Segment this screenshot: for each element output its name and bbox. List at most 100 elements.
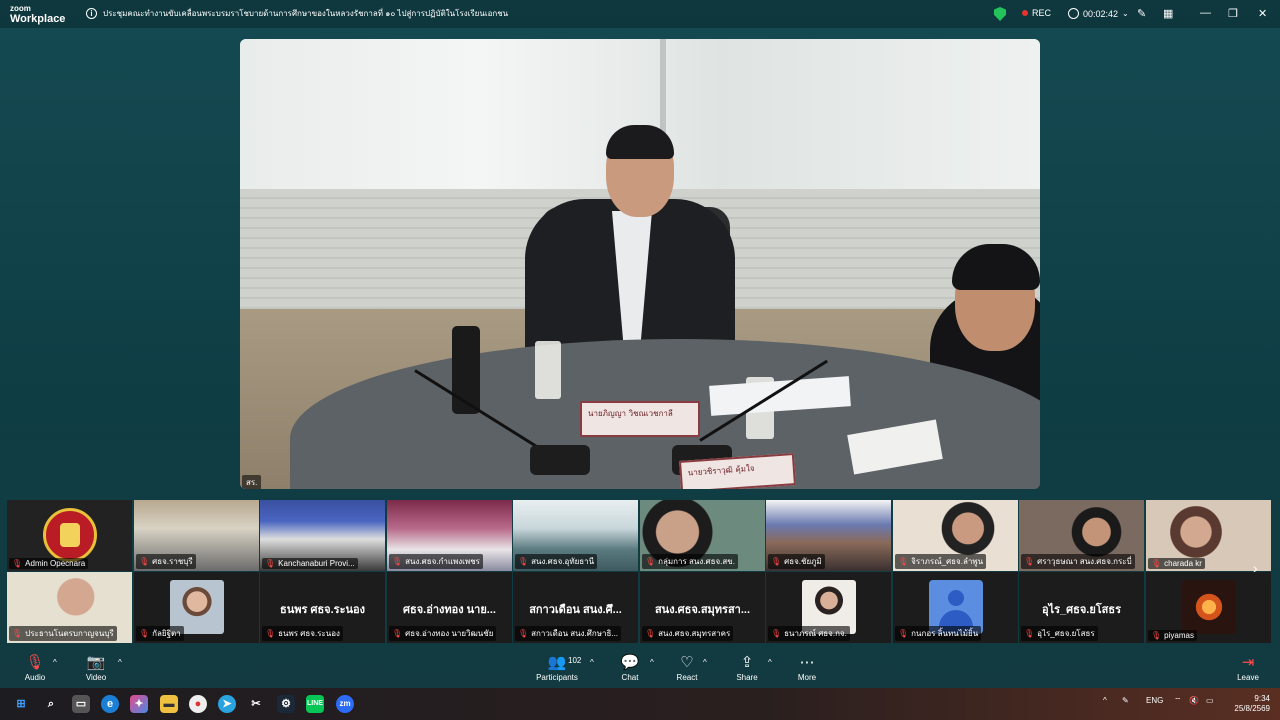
participant-name-label: 🎙 กลุ่มการ สนง.ศธจ.สข. (642, 554, 738, 569)
capcut-icon[interactable]: ✂ (247, 695, 265, 713)
participant-display-name: สนง.ศธจ.สมุทรสา... (654, 604, 751, 616)
participant-tile[interactable]: 🎙 กนกอร ลิ้นทนไม้ยิ้น (893, 572, 1018, 643)
active-speaker-video[interactable]: นายภิญญา วิชณเวชกาลี นายวชิราวุฒิ คุ้มใจ… (240, 39, 1040, 489)
microphone-muted-icon: 🎙 (12, 629, 23, 638)
chat-options-caret[interactable]: ^ (650, 658, 654, 667)
react-options-caret[interactable]: ^ (703, 658, 707, 667)
participant-name-label: 🎙 กนกอร ลิ้นทนไม้ยิ้น (895, 626, 982, 641)
participant-display-name: อุไร_ศธจ.ยโสธร (1041, 604, 1122, 616)
participant-name: กัลยิฐิตา (152, 629, 181, 638)
telegram-icon[interactable]: ➤ (218, 695, 236, 713)
audio-options-caret[interactable]: ^ (53, 658, 57, 667)
react-button[interactable]: ♡ React (657, 653, 717, 682)
battery-icon[interactable]: ▭ (1206, 696, 1214, 705)
avatar-head (948, 590, 964, 606)
participant-tile[interactable]: 🎙 piyamas (1146, 572, 1271, 643)
more-button[interactable]: ⋯ More (777, 653, 837, 682)
participant-tile[interactable]: อุไร_ศธจ.ยโสธร 🎙 อุไร_ศธจ.ยโสธร (1019, 572, 1144, 643)
edge-browser-icon[interactable]: e (101, 695, 119, 713)
microphone-muted-icon: 🎙 (139, 557, 150, 566)
participant-name-label: 🎙 ธนาภรณ์ ศธจ.กจ. (768, 626, 850, 641)
leave-button[interactable]: ⇥ Leave (1218, 653, 1278, 682)
file-explorer-icon[interactable]: ▬ (160, 695, 178, 713)
participant-name-label: 🎙 Admin Opecnara (9, 558, 89, 569)
participant-tile[interactable]: 🎙 ประธานโนตรบกาญจนบุรี (7, 572, 132, 643)
participant-name: สนง.ศธจ.สมุทรสาคร (658, 629, 731, 638)
participant-name-label: 🎙 สนง.ศธจ.อุทัยธานี (515, 554, 598, 569)
participant-name-label: 🎙 piyamas (1148, 630, 1197, 641)
shield-icon[interactable] (994, 7, 1006, 21)
line-app-icon[interactable]: LINE (306, 695, 324, 713)
share-options-caret[interactable]: ^ (768, 658, 772, 667)
steam-icon[interactable]: ⚙ (277, 695, 295, 713)
participant-tile[interactable]: ศธจ.อ่างทอง นาย... 🎙 ศธจ.อ่างทอง นายวิฒนช… (387, 572, 512, 643)
participant-tile[interactable]: 🎙 ธนาภรณ์ ศธจ.กจ. (766, 572, 891, 643)
participant-name: ศธจ.ชัยภูมิ (784, 557, 822, 566)
time: 9:34 (1254, 694, 1270, 703)
meeting-info[interactable]: i ประชุมคณะทำงานขับเคลื่อนพระบรมราโชบายด… (86, 7, 508, 20)
participant-name-label: 🎙 สนง.ศธจ.กำแพงเพชร (389, 554, 483, 569)
participant-name-label: 🎙 ศธจ.ชัยภูมิ (768, 554, 825, 569)
participant-tile[interactable]: 🎙 ศราวุธษณา สนง.ศธจ.กระบี่ (1019, 500, 1144, 571)
task-view-icon[interactable]: ▭ (72, 695, 90, 713)
audio-label: Audio (24, 673, 46, 682)
participant-name: สนง.ศธจ.อุทัยธานี (531, 557, 595, 566)
participant-tile[interactable]: 🎙 Admin Opecnara (7, 500, 132, 571)
pen-icon[interactable]: ✎ (1137, 7, 1146, 20)
participant-name-label: 🎙 ศธจ.ราชบุรี (136, 554, 196, 569)
restore-icon[interactable]: ❐ (1228, 7, 1238, 20)
microphone-muted-icon: 🎙 (645, 557, 656, 566)
participant-name-label: 🎙 ศธจ.อ่างทอง นายวิฒนชัย (389, 626, 497, 641)
wifi-icon[interactable]: ⌔ (1174, 696, 1182, 706)
microphone-base (530, 445, 590, 475)
zoom-app-icon[interactable]: zm (336, 695, 354, 713)
participant-tile[interactable]: 🎙 สนง.ศธจ.กำแพงเพชร (387, 500, 512, 571)
participant-tile[interactable]: 🎙 Kanchanaburi Provi... (260, 500, 385, 571)
search-icon[interactable]: ⌕ (42, 695, 60, 713)
rec-label: REC (1032, 8, 1052, 18)
grid-view-icon[interactable]: ▦ (1163, 7, 1173, 20)
participant-tile[interactable]: 🎙 ศธจ.ราชบุรี (134, 500, 259, 571)
windows-start-icon[interactable]: ⊞ (12, 695, 30, 713)
meeting-timer[interactable]: 00:02:42 ⌄ (1068, 8, 1129, 19)
pen-tray-icon[interactable]: ✎ (1122, 696, 1129, 705)
chevron-down-icon: ⌄ (1122, 9, 1129, 18)
minimize-icon[interactable]: — (1200, 7, 1211, 19)
chevron-up-icon[interactable]: ^ (1103, 696, 1107, 705)
chrome-icon[interactable]: ● (189, 695, 207, 713)
title-bar: zoom Workplace i ประชุมคณะทำงานขับเคลื่อ… (0, 0, 1280, 28)
participants-options-caret[interactable]: ^ (590, 658, 594, 667)
participant-name-label: 🎙 ประธานโนตรบกาญจนบุรี (9, 626, 117, 641)
participant-name: อุไร_ศธจ.ยโสธร (1037, 629, 1095, 638)
recording-indicator[interactable]: REC (1022, 8, 1051, 18)
participant-tile[interactable]: 🎙 จิราภรณ์_ศธจ.ลำพูน (893, 500, 1018, 571)
date: 25/8/2569 (1234, 704, 1270, 713)
info-icon[interactable]: i (86, 8, 97, 19)
participant-name: สนง.ศธจ.กำแพงเพชร (405, 557, 480, 566)
microphone-muted-icon: 🎙 (1024, 557, 1035, 566)
participant-name-label: 🎙 กัลยิฐิตา (136, 626, 184, 641)
participant-tile[interactable]: ธนพร ศธจ.ระนอง 🎙 ธนพร ศธจ.ระนอง (260, 572, 385, 643)
participant-tile[interactable]: 🎙 กัลยิฐิตา (134, 572, 259, 643)
copilot-icon[interactable]: ✦ (130, 695, 148, 713)
volume-muted-icon[interactable]: 🔇 (1189, 696, 1199, 705)
video-options-caret[interactable]: ^ (118, 658, 122, 667)
participant-tile[interactable]: 🎙 ศธจ.ชัยภูมิ (766, 500, 891, 571)
participant-name-label: 🎙 Kanchanaburi Provi... (262, 558, 358, 569)
participant-name: ประธานโนตรบกาญจนบุรี (25, 629, 114, 638)
microphone-muted-icon: 🎙 (771, 557, 782, 566)
participant-tile[interactable]: สกาวเดือน สนง.ศึ... 🎙 สกาวเดือน สนง.ศึกษา… (513, 572, 638, 643)
next-page-icon[interactable]: › (1253, 560, 1258, 576)
windows-taskbar: ⊞ ⌕ ▭ e ✦ ▬ ● ➤ ✂ ⚙ LINE zm ^ ✎ ENG ⌔ 🔇 … (0, 688, 1280, 720)
microphone-muted-icon: 🎙 (1151, 559, 1162, 568)
participant-tile[interactable]: 🎙 สนง.ศธจ.อุทัยธานี (513, 500, 638, 571)
microphone-muted-icon: 🎙 (392, 557, 403, 566)
participant-tile[interactable]: 🎙 กลุ่มการ สนง.ศธจ.สข. (640, 500, 765, 571)
participant-tile[interactable]: สนง.ศธจ.สมุทรสา... 🎙 สนง.ศธจ.สมุทรสาคร (640, 572, 765, 643)
language-indicator[interactable]: ENG (1146, 696, 1163, 705)
clock-display[interactable]: 9:34 25/8/2569 (1226, 694, 1270, 714)
video-button[interactable]: 📷 Video (66, 653, 126, 682)
profile-photo (1182, 580, 1236, 634)
close-icon[interactable]: ✕ (1258, 7, 1267, 20)
microphone-muted-icon: 🎙 (898, 629, 909, 638)
